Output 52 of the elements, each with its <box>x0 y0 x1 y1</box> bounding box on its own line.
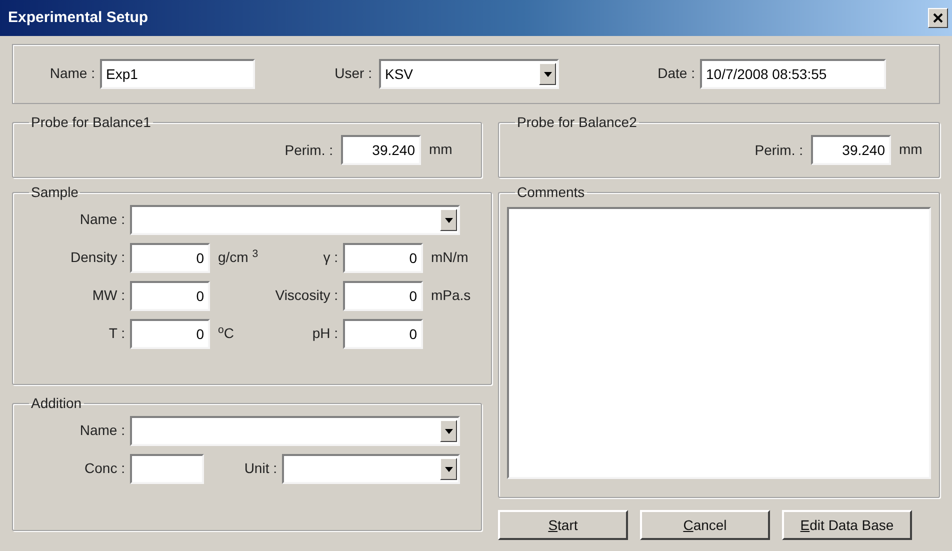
concentration-field[interactable] <box>130 454 204 484</box>
field-label: Perim. : <box>754 140 803 160</box>
number-field[interactable]: 0 <box>130 319 210 349</box>
number-field[interactable]: 0 <box>130 281 210 311</box>
field-label: $^{o}$C <box>218 325 234 341</box>
number-field[interactable]: 0 <box>343 281 423 311</box>
field-label: g/cm $^{3}$ <box>218 249 258 265</box>
group-title: Comments <box>516 183 586 202</box>
perimeter-field[interactable]: 39.240 <box>341 135 421 165</box>
field-label: Viscosity : <box>275 287 338 303</box>
close-icon <box>933 13 943 23</box>
field-label: MW : <box>92 287 125 303</box>
dropdown-field[interactable] <box>130 416 460 446</box>
number-field[interactable]: 0 <box>343 243 423 273</box>
field-label: mN/m <box>431 249 468 265</box>
field-label: Name : <box>80 422 125 438</box>
field-label: pH : <box>312 325 338 341</box>
field-label: Date : <box>658 65 695 81</box>
group-title: Probe for Balance1 <box>30 113 152 132</box>
number-field[interactable]: 0 <box>343 319 423 349</box>
field-label: mm <box>429 141 452 157</box>
field-label: T : <box>108 325 125 341</box>
dropdown-field[interactable]: KSV <box>379 59 559 89</box>
name-field[interactable]: Exp1 <box>100 59 255 89</box>
field-label: Name : <box>50 65 95 81</box>
group-title: Probe for Balance2 <box>516 113 638 132</box>
field-label: Unit : <box>244 460 277 476</box>
caret-icon <box>440 420 457 442</box>
group-title: Addition <box>30 394 83 413</box>
caret-icon <box>539 63 556 85</box>
perimeter-field[interactable]: 39.240 <box>811 135 891 165</box>
group-title: Sample <box>30 183 80 202</box>
dropdown-field[interactable] <box>282 454 460 484</box>
close-button[interactable] <box>928 8 948 28</box>
field-label: γ : <box>323 249 338 265</box>
field-label: Density : <box>70 249 125 265</box>
field-label: Conc : <box>84 460 125 476</box>
field-label: Name : <box>80 211 125 227</box>
dialog-button[interactable]: Start <box>498 510 628 540</box>
caret-icon <box>440 209 457 231</box>
date-field[interactable]: 10/7/2008 08:53:55 <box>700 59 886 89</box>
caret-icon <box>440 458 457 480</box>
field-label: mPa.s <box>431 287 471 303</box>
field-label: Perim. : <box>284 140 333 160</box>
field-label: User : <box>334 65 372 81</box>
comments-field[interactable] <box>507 207 931 479</box>
dropdown-field[interactable] <box>130 205 460 235</box>
number-field[interactable]: 0 <box>130 243 210 273</box>
field-label: mm <box>899 141 922 157</box>
window-title: Experimental Setup <box>8 8 148 28</box>
dialog-button[interactable]: Edit Data Base <box>782 510 912 540</box>
dialog-button[interactable]: Cancel <box>640 510 770 540</box>
